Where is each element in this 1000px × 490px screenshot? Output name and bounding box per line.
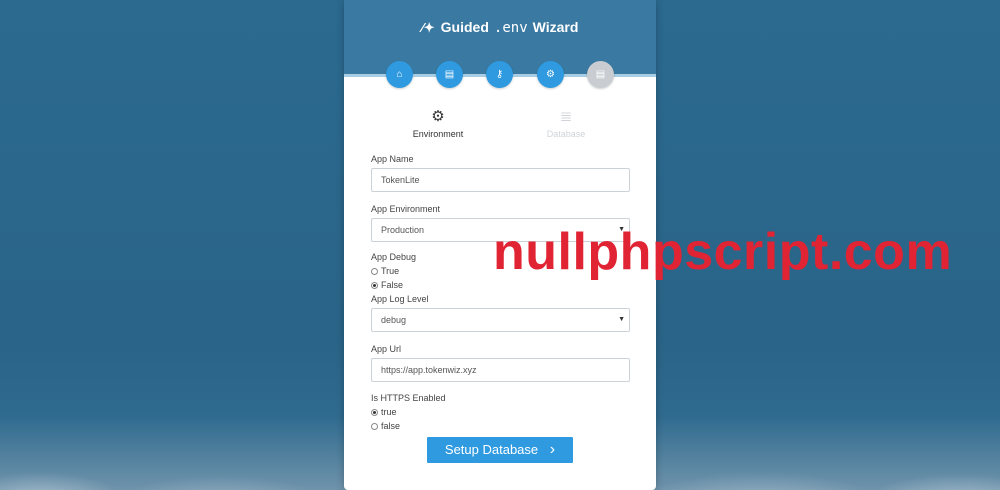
https-enabled-label: Is HTTPS Enabled — [371, 393, 446, 403]
radio-checked-icon[interactable] — [371, 281, 378, 289]
tab-environment[interactable]: ⚙ Environment — [393, 108, 483, 139]
gear-icon: ⚙ — [431, 108, 445, 125]
step-final: ▤ — [587, 61, 614, 88]
tab-environment-label: Environment — [412, 129, 464, 139]
app-log-level-value: debug — [381, 315, 407, 325]
home-icon: ⌂ — [396, 69, 403, 80]
https-false-option[interactable]: false — [371, 419, 630, 433]
radio-icon[interactable] — [371, 267, 378, 275]
step-environment[interactable]: ⚙ — [537, 61, 564, 88]
tab-database-label: Database — [546, 129, 586, 139]
chevron-down-icon: ▼ — [618, 316, 625, 323]
key-icon: ⚷ — [495, 69, 504, 80]
environment-form: App Name TokenLite App Environment Produ… — [371, 154, 630, 433]
app-log-level-select[interactable]: debug ▼ — [371, 308, 630, 332]
watermark-text: nullphpscript.com — [493, 223, 953, 281]
app-environment-value: Production — [381, 225, 425, 235]
form-tabs: ⚙ Environment ≣ Database — [344, 108, 656, 144]
list-icon: ▤ — [595, 69, 606, 80]
tab-database: ≣ Database — [521, 108, 611, 139]
app-url-label: App Url — [371, 344, 402, 354]
https-true-option[interactable]: true — [371, 405, 630, 419]
list-icon: ▤ — [444, 69, 455, 80]
magic-wand-icon: ⁄✦ — [421, 20, 435, 35]
step-requirements[interactable]: ▤ — [436, 61, 463, 88]
radio-checked-icon[interactable] — [371, 408, 378, 416]
app-environment-label: App Environment — [371, 204, 441, 214]
app-name-input[interactable]: TokenLite — [371, 168, 630, 192]
chevron-right-icon: › — [549, 441, 556, 458]
database-icon: ≣ — [559, 108, 573, 125]
app-name-label: App Name — [371, 154, 414, 164]
wizard-title: ⁄✦ Guided .env Wizard — [421, 19, 579, 36]
setup-database-button[interactable]: Setup Database › — [427, 437, 573, 463]
step-permissions[interactable]: ⚷ — [486, 61, 513, 88]
app-log-level-label: App Log Level — [371, 294, 429, 304]
gear-icon: ⚙ — [546, 69, 555, 80]
step-indicator: ⌂ ▤ ⚷ ⚙ ▤ — [344, 61, 656, 89]
app-url-input[interactable]: https://app.tokenwiz.xyz — [371, 358, 630, 382]
step-home[interactable]: ⌂ — [386, 61, 413, 88]
radio-icon[interactable] — [371, 422, 378, 430]
